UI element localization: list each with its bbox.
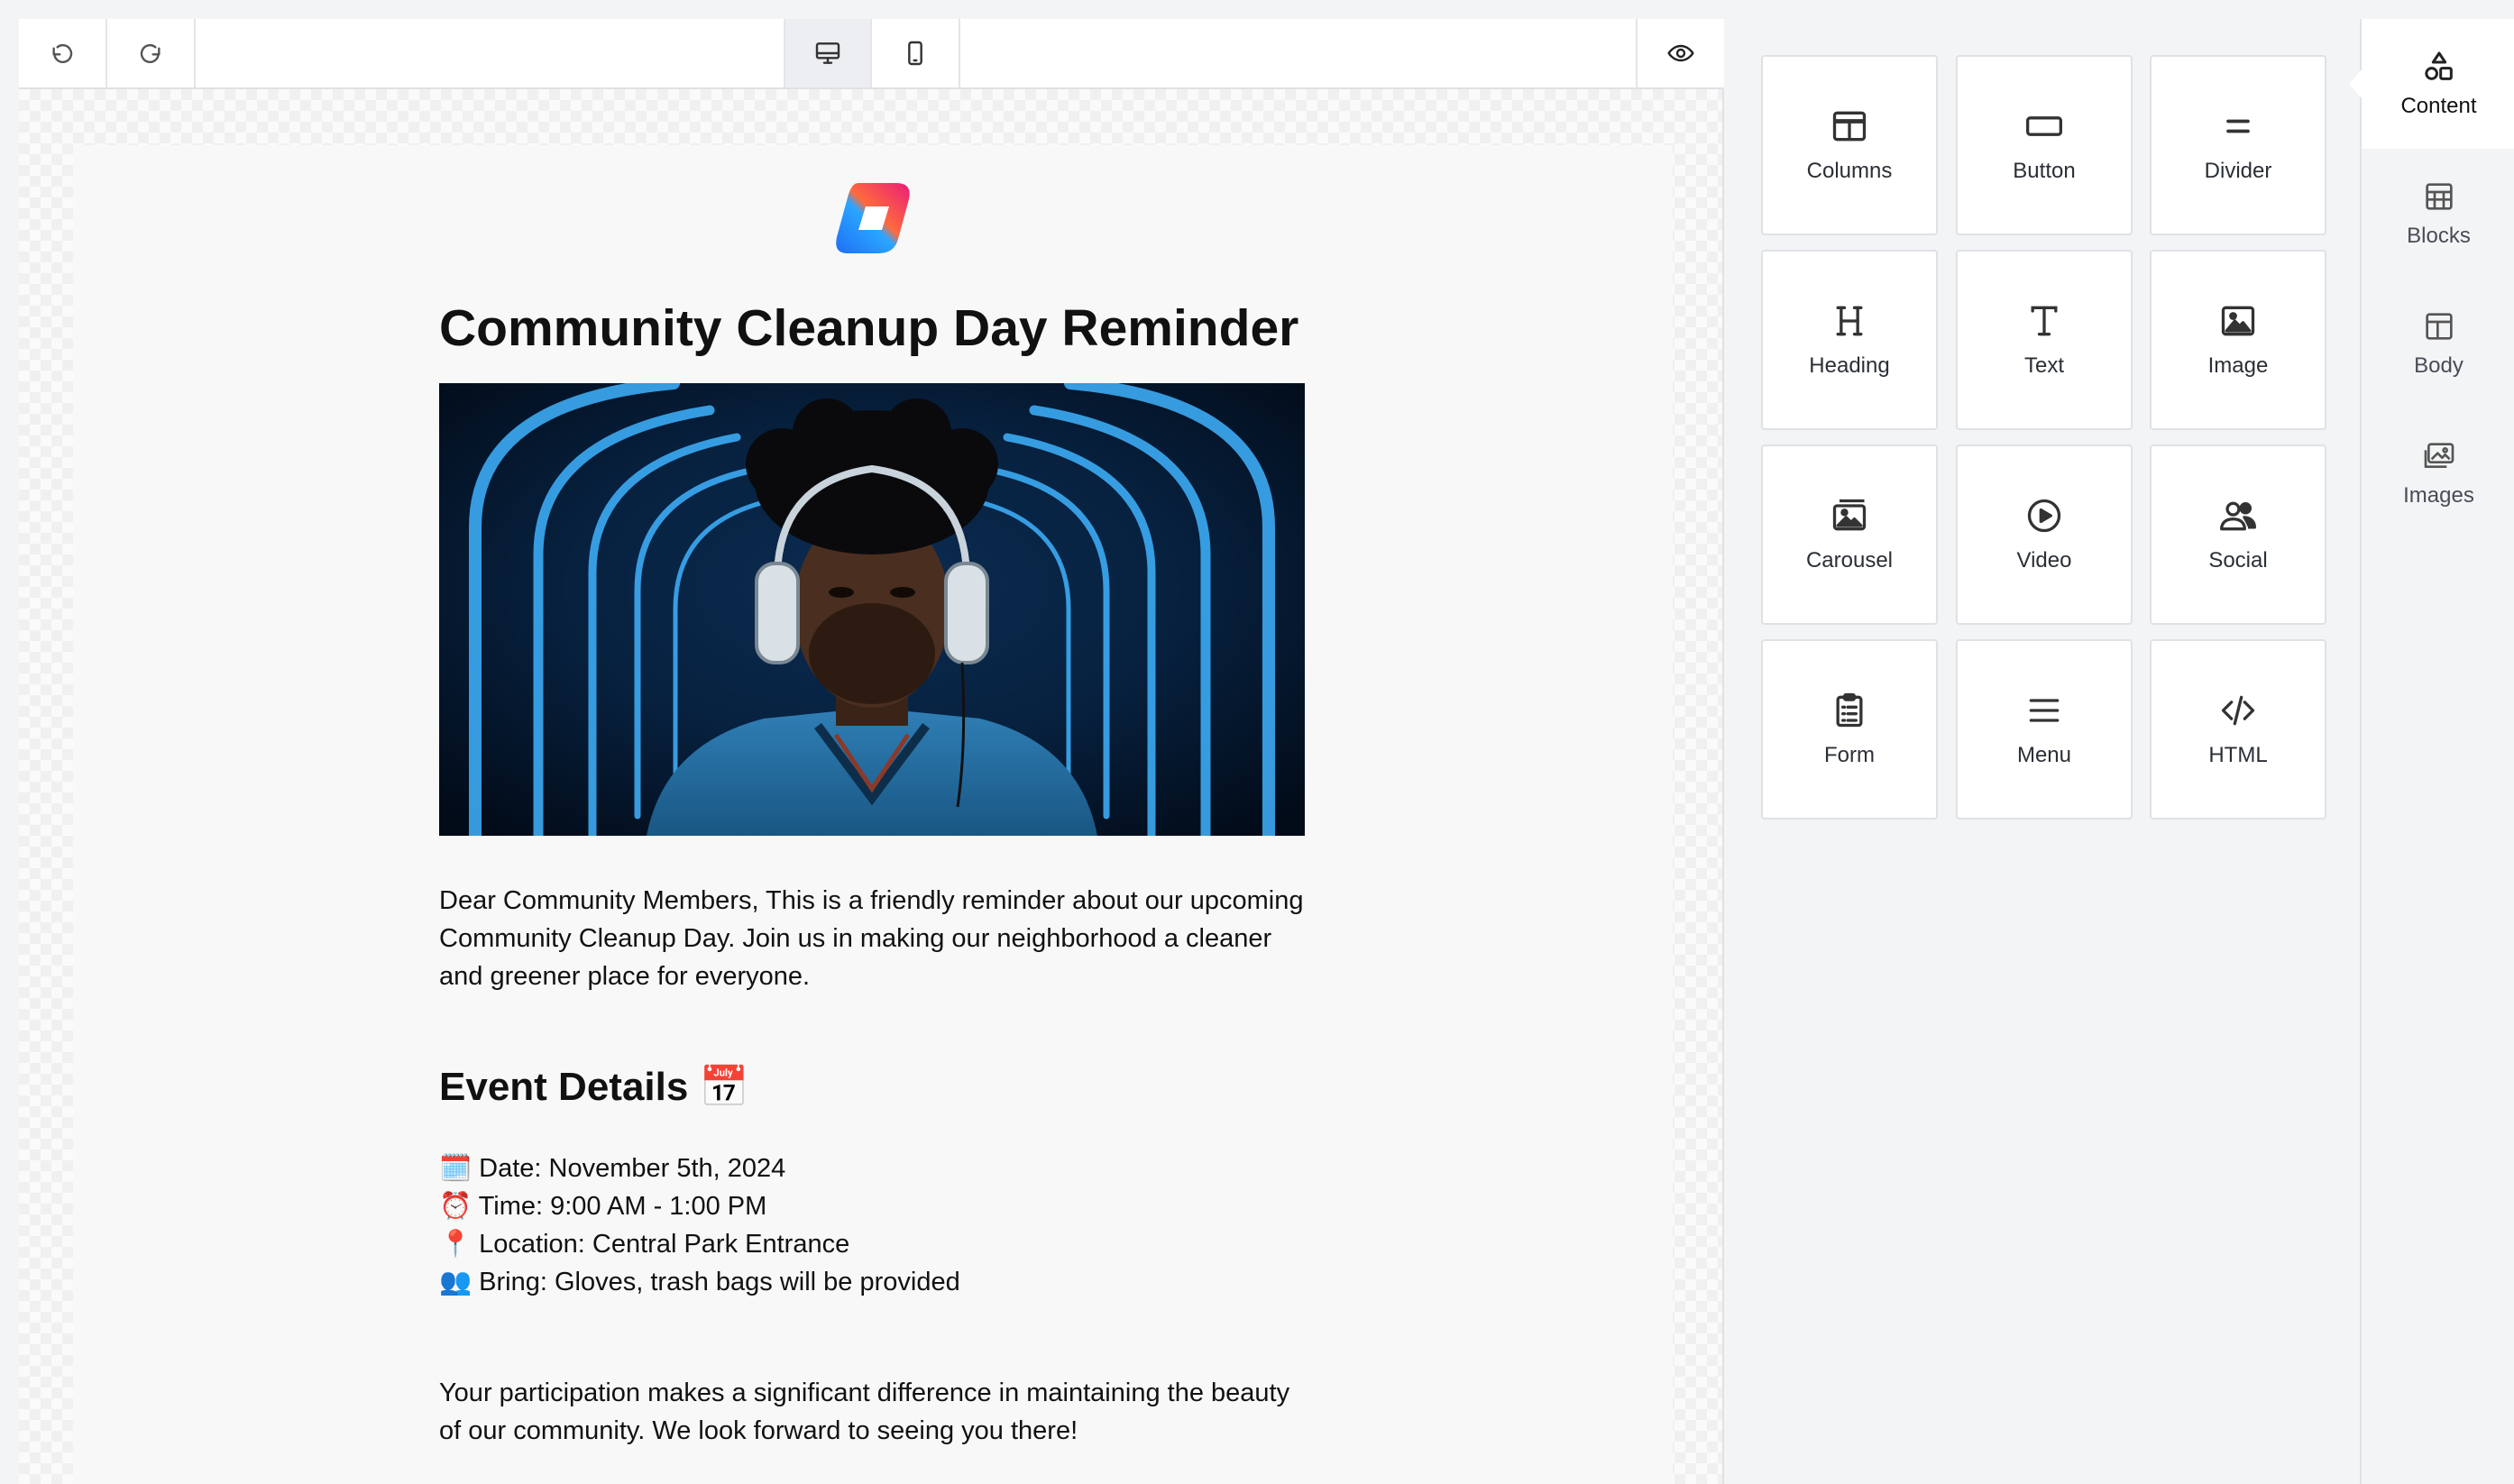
eye-icon [1667, 44, 1694, 62]
desktop-icon [815, 42, 840, 64]
columns-icon [1832, 111, 1867, 142]
tab-blocks[interactable]: Blocks [2362, 149, 2514, 279]
tab-images[interactable]: Images [2362, 408, 2514, 538]
mobile-icon [908, 41, 922, 66]
event-details-heading[interactable]: Event Details 📅 [439, 1063, 748, 1110]
detail-time: ⏰ Time: 9:00 AM - 1:00 PM [439, 1192, 767, 1221]
menu-icon [2029, 699, 2060, 722]
heading-icon [1836, 306, 1863, 336]
image-icon [2221, 306, 2255, 336]
tool-menu[interactable]: Menu [1956, 639, 2133, 820]
video-icon [2027, 499, 2061, 533]
tool-divider[interactable]: Divider [2150, 55, 2326, 235]
tool-video[interactable]: Video [1956, 444, 2133, 625]
intro-paragraph[interactable]: Dear Community Members, This is a friend… [439, 882, 1305, 995]
tool-text[interactable]: Text [1956, 250, 2133, 430]
detail-bring: 👥 Bring: Gloves, trash bags will be prov… [439, 1268, 960, 1296]
carousel-icon [1832, 499, 1867, 531]
event-details-list[interactable]: 🗓️ Date: November 5th, 2024 ⏰ Time: 9:00… [439, 1150, 960, 1301]
divider-icon [2226, 119, 2250, 133]
detail-location: 📍 Location: Central Park Entrance [439, 1230, 850, 1259]
tool-columns[interactable]: Columns [1761, 55, 1938, 235]
brand-logo[interactable] [831, 179, 914, 257]
hero-image[interactable] [439, 383, 1305, 836]
tool-form[interactable]: Form [1761, 639, 1938, 820]
code-icon [2221, 695, 2255, 726]
tab-content[interactable]: Content [2349, 19, 2514, 149]
body-icon [2425, 313, 2453, 340]
tool-social[interactable]: Social [2150, 444, 2326, 625]
tab-body[interactable]: Body [2362, 279, 2514, 408]
undo-icon [52, 44, 73, 63]
text-icon [2031, 306, 2058, 336]
editor-canvas[interactable]: Community Cleanup Day Reminder Dear Comm… [19, 89, 1722, 1484]
tool-image[interactable]: Image [2150, 250, 2326, 430]
tool-heading[interactable]: Heading [1761, 250, 1938, 430]
button-icon [2026, 116, 2062, 136]
desktop-view-button[interactable] [784, 19, 872, 87]
detail-date: 🗓️ Date: November 5th, 2024 [439, 1154, 786, 1183]
tool-html[interactable]: HTML [2150, 639, 2326, 820]
closing-paragraph[interactable]: Your participation makes a significant d… [439, 1374, 1305, 1450]
shapes-icon [2424, 51, 2453, 80]
sidebar-tabs: Content Blocks Body Images [2349, 19, 2514, 1484]
active-tab-pointer [2349, 69, 2362, 98]
redo-button[interactable] [107, 19, 196, 87]
email-body[interactable]: Community Cleanup Day Reminder Dear Comm… [73, 145, 1673, 1484]
editor-toolbar [19, 19, 1724, 89]
blocks-icon [2425, 183, 2453, 210]
content-tools-panel: Columns Button Divider Heading Text Imag… [1725, 19, 2361, 1484]
preview-button[interactable] [1636, 19, 1724, 87]
redo-icon [140, 44, 161, 63]
undo-button[interactable] [19, 19, 107, 87]
email-title[interactable]: Community Cleanup Day Reminder [439, 298, 1305, 358]
tool-carousel[interactable]: Carousel [1761, 444, 1938, 625]
images-icon [2424, 443, 2454, 468]
social-icon [2220, 501, 2256, 531]
form-icon [1836, 692, 1863, 728]
email-editor: Community Cleanup Day Reminder Dear Comm… [19, 19, 1724, 1484]
mobile-view-button[interactable] [872, 19, 960, 87]
tool-button[interactable]: Button [1956, 55, 2133, 235]
